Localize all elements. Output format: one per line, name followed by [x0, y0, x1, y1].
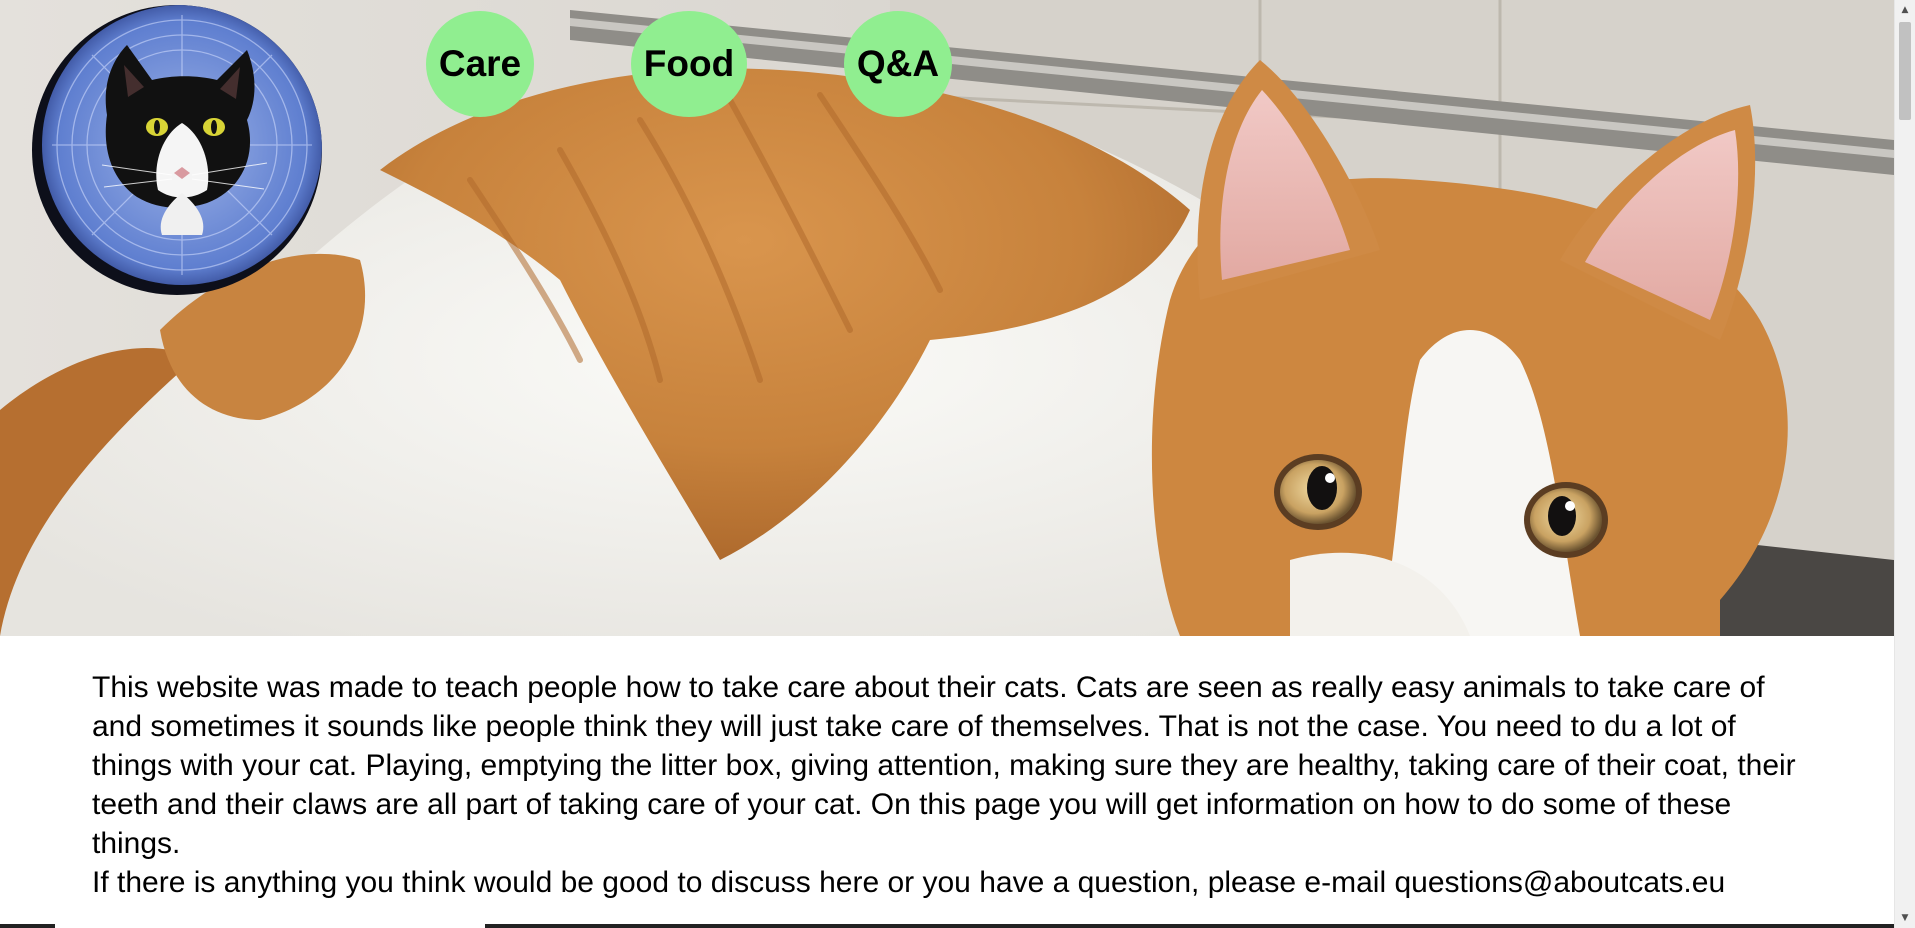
nav-care-button[interactable]: Care [426, 11, 534, 117]
contact-paragraph: If there is anything you think would be … [92, 866, 1726, 899]
scroll-down-icon[interactable]: ▼ [1895, 908, 1915, 928]
scrollbar-thumb[interactable] [1899, 22, 1911, 120]
vertical-scrollbar[interactable]: ▲ ▼ [1894, 0, 1915, 928]
nav-food-button[interactable]: Food [631, 11, 747, 117]
scroll-up-icon[interactable]: ▲ [1895, 0, 1915, 20]
intro-text: This website was made to teach people ho… [92, 668, 1812, 902]
nav-qa-button[interactable]: Q&A [844, 11, 952, 117]
intro-paragraph: This website was made to teach people ho… [92, 671, 1796, 860]
site-logo[interactable] [32, 5, 322, 295]
horizontal-divider [0, 924, 1894, 928]
page: Care Food Q&A This website was made to t… [0, 0, 1894, 928]
